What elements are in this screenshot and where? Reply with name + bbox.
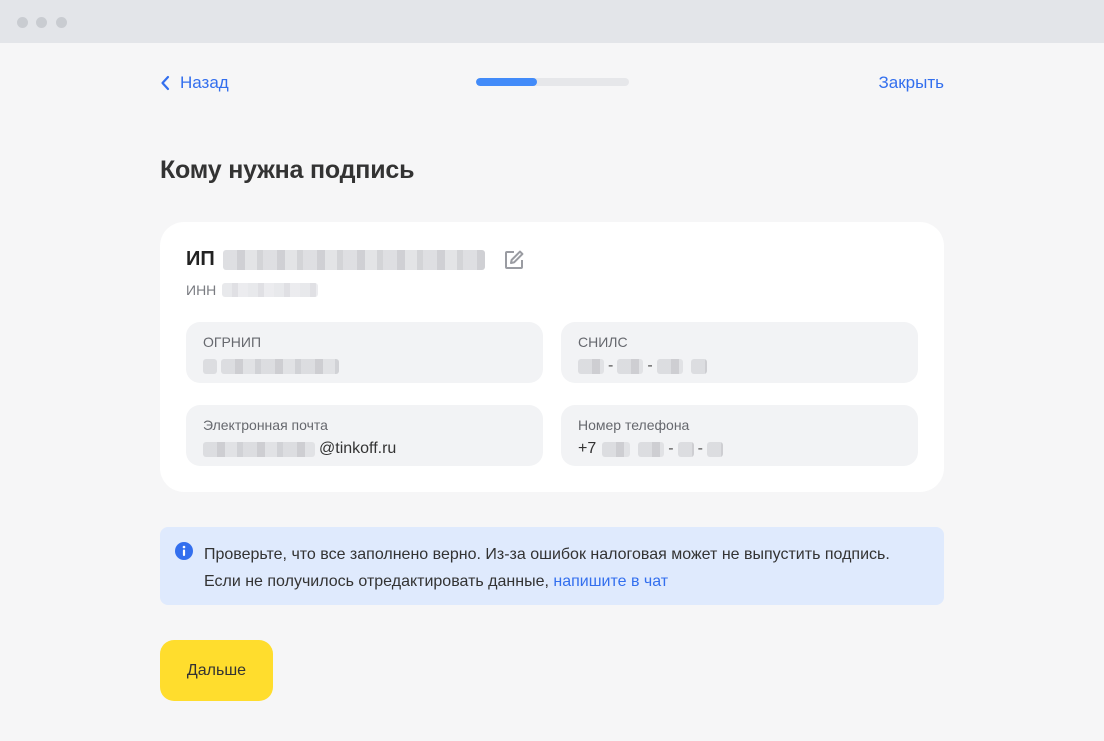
redacted-email-user	[203, 441, 315, 457]
email-domain: @tinkoff.ru	[319, 440, 397, 457]
inn-row: ИНН	[186, 282, 319, 298]
redacted-inn	[222, 283, 319, 297]
chevron-left-icon	[161, 75, 170, 91]
snils-separator: -	[647, 357, 653, 374]
email-label: Электронная почта	[203, 417, 328, 433]
inn-label: ИНН	[186, 282, 217, 298]
phone-separator: -	[697, 440, 703, 457]
snils-separator: -	[608, 357, 614, 374]
write-to-chat-link[interactable]: напишите в чат	[553, 573, 668, 590]
snils-value: - -	[578, 356, 901, 376]
signer-header: ИП	[186, 248, 525, 271]
signer-card: ИП ИНН ОГРНИП СНИЛС - - Электронная почт…	[160, 222, 944, 492]
phone-label: Номер телефона	[578, 417, 690, 433]
next-button[interactable]: Дальше	[160, 640, 273, 701]
redacted-snils-part	[578, 358, 604, 374]
info-icon	[175, 542, 193, 560]
info-notice: Проверьте, что все заполнено верно. Из-з…	[160, 527, 944, 605]
redacted-phone-part	[677, 441, 694, 457]
redacted-snils-part	[690, 358, 707, 374]
step-progress-bar	[476, 78, 629, 86]
email-value: @tinkoff.ru	[203, 439, 526, 459]
back-label: Назад	[180, 73, 229, 92]
window-maximize-dot[interactable]	[56, 17, 67, 28]
redacted-snils-part	[617, 358, 644, 374]
close-link[interactable]: Закрыть	[879, 72, 944, 94]
redacted-phone-part	[602, 441, 631, 457]
ogrnip-label: ОГРНИП	[203, 334, 262, 350]
redacted-snils-part	[656, 358, 683, 374]
window-minimize-dot[interactable]	[36, 17, 47, 28]
phone-value: +7 - -	[578, 439, 901, 459]
notice-text: Проверьте, что все заполнено верно. Из-з…	[204, 546, 890, 590]
redacted-ogrnip-part	[221, 358, 339, 374]
ogrnip-value	[203, 356, 526, 376]
step-progress-fill	[476, 78, 538, 86]
snils-field: СНИЛС - -	[561, 322, 918, 383]
phone-field: Номер телефона +7 - -	[561, 405, 918, 466]
snils-label: СНИЛС	[578, 334, 628, 350]
entity-type: ИП	[186, 248, 215, 270]
window-close-dot[interactable]	[17, 17, 28, 28]
ogrnip-field: ОГРНИП	[186, 322, 543, 383]
window-titlebar	[0, 0, 1104, 43]
email-field: Электронная почта @tinkoff.ru	[186, 405, 543, 466]
edit-button[interactable]	[503, 249, 525, 271]
redacted-ogrnip-part	[203, 358, 217, 374]
phone-prefix: +7	[578, 440, 597, 457]
redacted-phone-part	[638, 441, 665, 457]
redacted-entity-name	[222, 249, 485, 270]
phone-separator: -	[668, 440, 674, 457]
back-link[interactable]: Назад	[160, 72, 229, 94]
page-title: Кому нужна подпись	[160, 156, 415, 184]
edit-icon	[504, 250, 524, 269]
redacted-phone-part	[706, 441, 723, 457]
